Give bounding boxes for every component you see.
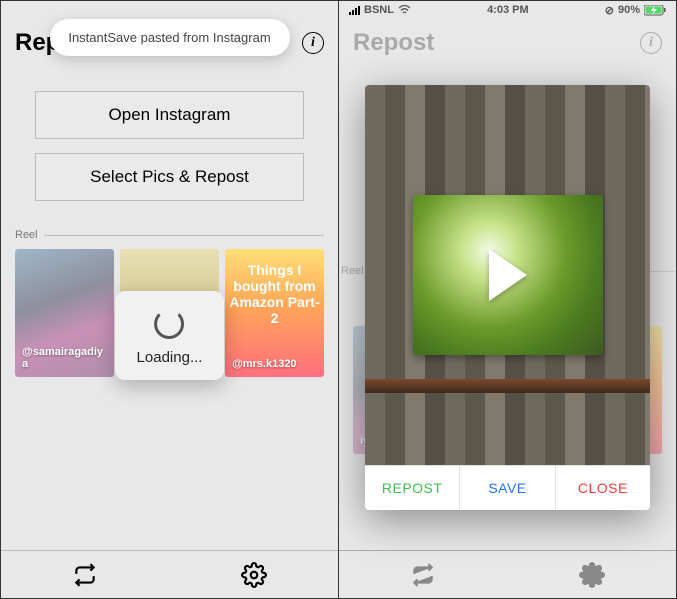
status-bar: BSNL 4:03 PM ⊘ 90% [339, 1, 676, 19]
loading-overlay: Loading... [115, 291, 225, 380]
info-icon[interactable]: i [302, 32, 324, 54]
open-instagram-button[interactable]: Open Instagram [35, 91, 304, 139]
modal-actions: REPOST SAVE CLOSE [365, 465, 650, 510]
info-icon[interactable]: i [640, 32, 662, 54]
carrier-label: BSNL [364, 4, 394, 16]
preview-modal: REPOST SAVE CLOSE [365, 85, 650, 510]
select-repost-button[interactable]: Select Pics & Repost [35, 153, 304, 201]
save-button[interactable]: SAVE [460, 466, 555, 510]
wifi-icon [398, 5, 411, 15]
status-time: 4:03 PM [411, 4, 605, 16]
battery-text: 90% [618, 4, 640, 16]
signal-icon [349, 6, 360, 15]
video-decor [365, 379, 650, 393]
reel-username: @mrs.k1320 [225, 352, 324, 377]
spinner-icon [154, 309, 184, 339]
tab-settings-icon[interactable] [508, 551, 677, 598]
screenshot-right: BSNL 4:03 PM ⊘ 90% Repost i Reel iya REP… [339, 1, 676, 598]
repost-button[interactable]: REPOST [365, 466, 460, 510]
toast-text: InstantSave pasted from Instagram [68, 30, 270, 45]
loading-text: Loading... [137, 349, 203, 366]
play-icon[interactable] [489, 249, 527, 301]
screenshot-left: InstantSave pasted from Instagram Repost… [1, 1, 339, 598]
close-button[interactable]: CLOSE [556, 466, 650, 510]
bottom-tab-bar [1, 550, 338, 598]
reel-caption: Things I bought from Amazon Part-2 [225, 262, 324, 326]
page-title: Repost [353, 29, 434, 57]
status-bar [1, 1, 338, 19]
tab-settings-icon[interactable] [170, 551, 339, 598]
do-not-disturb-icon: ⊘ [605, 4, 614, 17]
main-content: Open Instagram Select Pics & Repost Reel… [1, 71, 338, 550]
tab-repost-icon[interactable] [339, 551, 508, 598]
reel-item[interactable]: @samairagadiya [15, 249, 114, 377]
tab-repost-icon[interactable] [1, 551, 170, 598]
reel-item[interactable]: Things I bought from Amazon Part-2 @mrs.… [225, 249, 324, 377]
header: Repost i [339, 19, 676, 71]
reel-username: @samairagadiya [15, 340, 114, 377]
section-label-reel: Reel [15, 229, 324, 241]
battery-icon [644, 5, 666, 16]
paste-toast: InstantSave pasted from Instagram [50, 19, 290, 56]
video-preview[interactable] [365, 85, 650, 465]
bottom-tab-bar [339, 550, 676, 598]
